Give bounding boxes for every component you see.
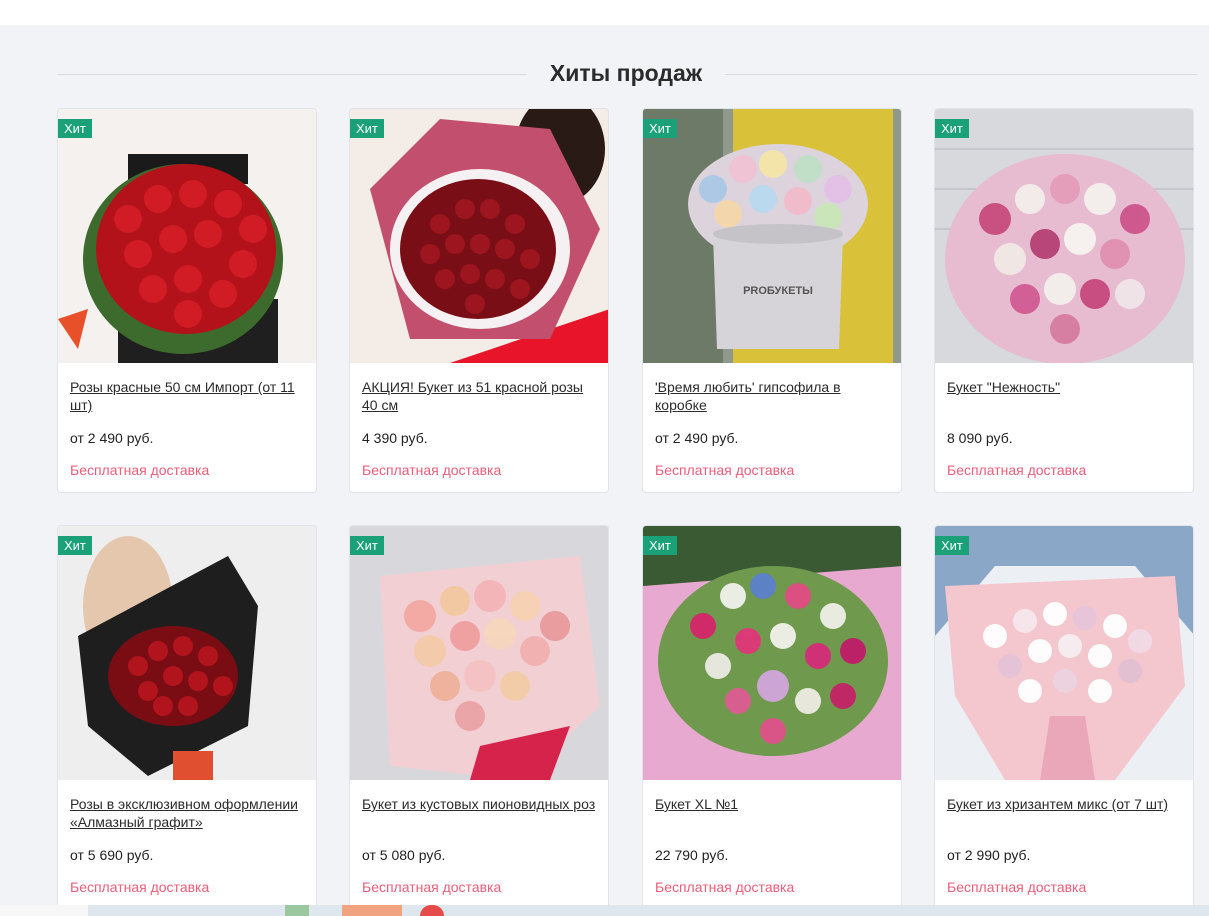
heading-divider-right xyxy=(725,74,1197,75)
hit-badge: Хит xyxy=(350,536,384,555)
product-photo-peony-roses[interactable] xyxy=(350,526,608,780)
product-price: 22 790 руб. xyxy=(655,847,729,863)
free-delivery-label: Бесплатная доставка xyxy=(362,462,502,478)
product-card[interactable]: Хит Букет из хризантем микс (от 7 шт) от… xyxy=(934,525,1194,910)
free-delivery-label: Бесплатная доставка xyxy=(362,879,502,895)
product-title-link[interactable]: Розы в эксклюзивном оформлении «Алмазный… xyxy=(70,795,310,831)
taskbar xyxy=(0,905,1209,916)
free-delivery-label: Бесплатная доставка xyxy=(655,462,795,478)
product-price: от 2 490 руб. xyxy=(655,430,739,446)
hit-badge: Хит xyxy=(58,536,92,555)
product-title-link[interactable]: Розы красные 50 см Импорт (от 11 шт) xyxy=(70,378,310,414)
product-price: 8 090 руб. xyxy=(947,430,1013,446)
free-delivery-label: Бесплатная доставка xyxy=(655,879,795,895)
product-title-link[interactable]: Букет XL №1 xyxy=(655,795,895,813)
section-title: Хиты продаж xyxy=(549,60,703,86)
product-photo-nezhnost-bouquet[interactable] xyxy=(935,109,1193,363)
start-button[interactable] xyxy=(0,905,88,916)
product-card[interactable]: PROБУКЕТЫ Хит 'Время любить' гипсофила в… xyxy=(642,108,902,493)
hit-badge: Хит xyxy=(643,536,677,555)
product-title-link[interactable]: Букет из хризантем микс (от 7 шт) xyxy=(947,795,1187,813)
top-header-bar xyxy=(0,0,1209,25)
product-price: от 5 690 руб. xyxy=(70,847,154,863)
taskbar-app-icon[interactable] xyxy=(285,905,309,916)
hit-badge: Хит xyxy=(935,119,969,138)
free-delivery-label: Бесплатная доставка xyxy=(947,879,1087,895)
product-photo-gypsophila-box[interactable]: PROБУКЕТЫ xyxy=(643,109,901,363)
heading-divider-left xyxy=(57,74,527,75)
hit-badge: Хит xyxy=(643,119,677,138)
product-card[interactable]: Хит АКЦИЯ! Букет из 51 красной розы 40 с… xyxy=(349,108,609,493)
hit-badge: Хит xyxy=(935,536,969,555)
product-card[interactable]: Хит Букет "Нежность" 8 090 руб. Бесплатн… xyxy=(934,108,1194,493)
product-card[interactable]: Хит Розы красные 50 см Импорт (от 11 шт)… xyxy=(57,108,317,493)
hit-badge: Хит xyxy=(350,119,384,138)
product-card[interactable]: Хит Букет из кустовых пионовидных роз от… xyxy=(349,525,609,910)
product-photo-red-roses[interactable] xyxy=(58,109,316,363)
product-price: от 2 990 руб. xyxy=(947,847,1031,863)
product-card[interactable]: Хит Букет XL №1 22 790 руб. Бесплатная д… xyxy=(642,525,902,910)
product-photo-diamond-graphite-roses[interactable] xyxy=(58,526,316,780)
product-card[interactable]: Хит Розы в эксклюзивном оформлении «Алма… xyxy=(57,525,317,910)
section-heading: Хиты продаж xyxy=(57,56,1197,92)
product-title-link[interactable]: Букет из кустовых пионовидных роз xyxy=(362,795,602,813)
product-photo-xl-bouquet[interactable] xyxy=(643,526,901,780)
product-title-link[interactable]: Букет "Нежность" xyxy=(947,378,1187,396)
taskbar-app-icon[interactable] xyxy=(420,905,444,916)
product-price: 4 390 руб. xyxy=(362,430,428,446)
hit-badge: Хит xyxy=(58,119,92,138)
product-title-link[interactable]: 'Время любить' гипсофила в коробке xyxy=(655,378,895,414)
free-delivery-label: Бесплатная доставка xyxy=(70,879,210,895)
product-price: от 2 490 руб. xyxy=(70,430,154,446)
free-delivery-label: Бесплатная доставка xyxy=(70,462,210,478)
svg-text:PROБУКЕТЫ: PROБУКЕТЫ xyxy=(743,285,813,297)
product-photo-51-roses[interactable] xyxy=(350,109,608,363)
taskbar-app-icon[interactable] xyxy=(342,905,402,916)
product-title-link[interactable]: АКЦИЯ! Букет из 51 красной розы 40 см xyxy=(362,378,602,414)
free-delivery-label: Бесплатная доставка xyxy=(947,462,1087,478)
product-price: от 5 080 руб. xyxy=(362,847,446,863)
product-photo-chrysanthemum-mix[interactable] xyxy=(935,526,1193,780)
